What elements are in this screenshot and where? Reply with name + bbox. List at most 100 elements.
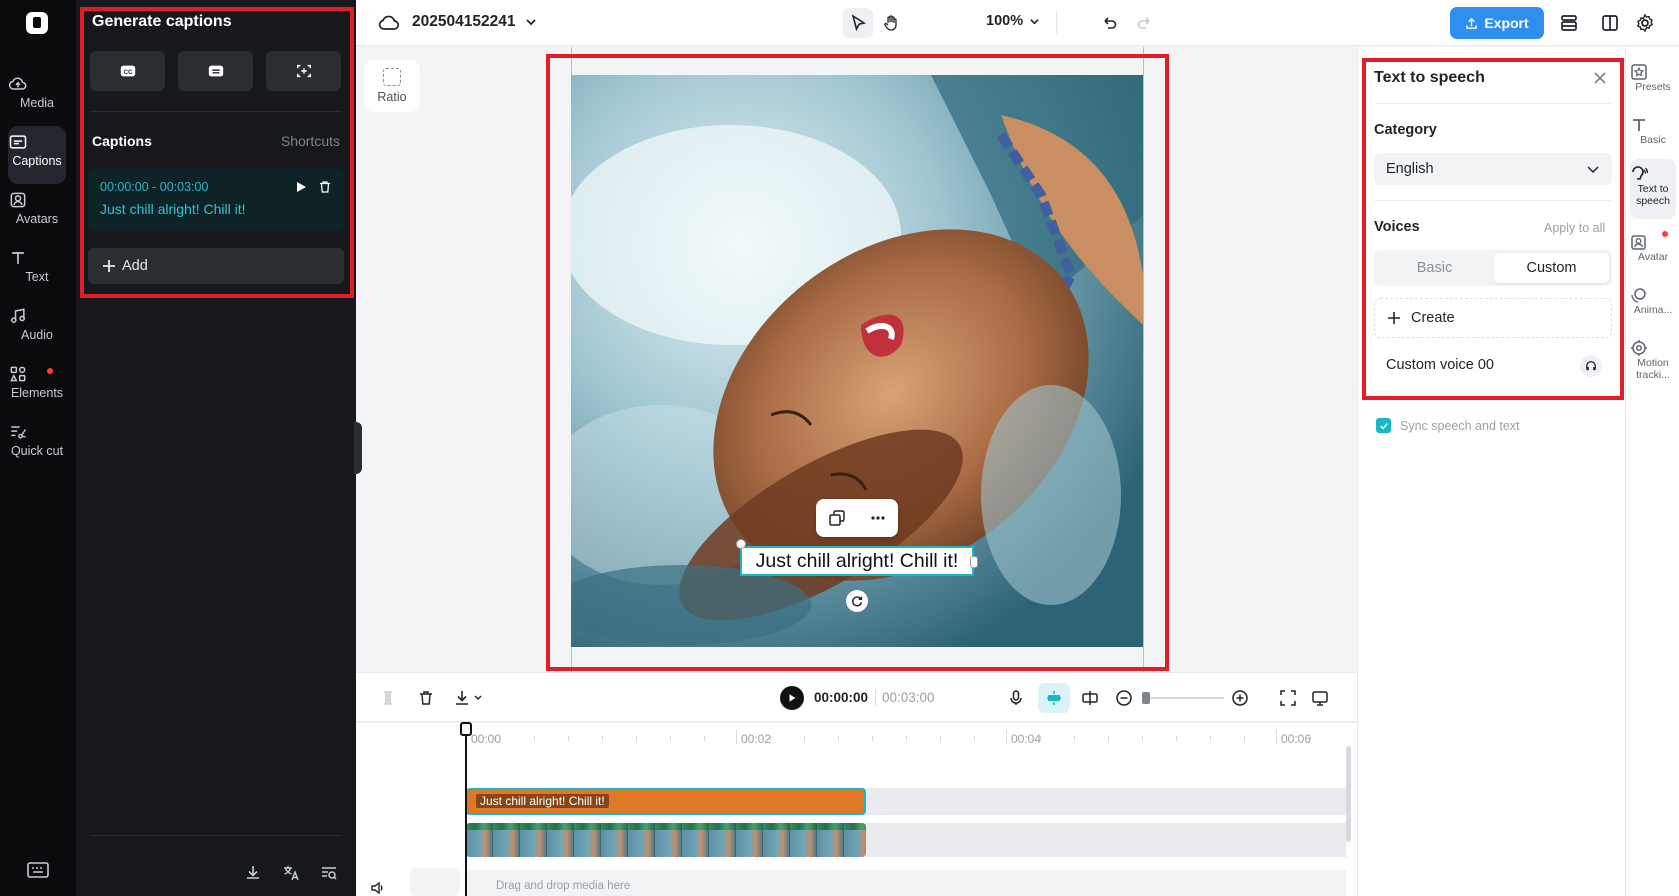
trash-icon[interactable] [318,180,332,194]
caption-context-toolbar [816,499,898,537]
rail-item-media[interactable]: Media [8,68,66,126]
timeline-scrollbar[interactable] [1346,746,1351,842]
caption-item[interactable]: 00:00:00 - 00:03:00 Just chill alright! … [88,168,344,231]
rail-item-captions[interactable]: Captions [8,126,66,184]
split-clip-icon[interactable] [1080,688,1100,708]
search-list-icon[interactable] [320,864,338,882]
rail-item-avatars[interactable]: Avatars [8,184,66,242]
ruler-tick [770,736,771,741]
translate-icon[interactable] [282,864,300,882]
auto-captions-button[interactable]: CC [90,51,165,91]
preview-screen-icon[interactable] [1310,688,1330,708]
cursor-icon [849,14,867,32]
panel-collapse-handle[interactable] [354,422,362,474]
target-icon [1630,333,1676,357]
ruler-tick [1108,736,1109,741]
download-icon[interactable] [244,864,262,882]
panel-title: Generate captions [92,13,232,30]
scissors-icon [8,416,66,444]
rail-item-audio[interactable]: Audio [8,300,66,358]
trash-icon[interactable] [416,688,436,708]
scan-captions-button[interactable] [266,51,341,91]
rail-item-label: Captions [12,154,62,168]
panel-footer-actions [244,864,338,882]
rail-item-label: Elements [10,386,64,400]
rail-item-motion-tracking[interactable]: Motion tracki... [1630,333,1676,381]
expand-tracks-button[interactable] [410,868,460,896]
shortcuts-link[interactable]: Shortcuts [281,133,340,149]
app-logo[interactable] [26,12,48,34]
zoom-slider-handle[interactable] [1142,692,1150,704]
rail-item-elements[interactable]: Elements [8,358,66,416]
ruler-tick [804,736,805,741]
resize-handle[interactable] [970,556,978,568]
rail-item-animation[interactable]: Anima... [1630,280,1676,316]
rail-item-text[interactable]: Text [8,242,66,300]
caption-text-box[interactable]: Just chill alright! Chill it! [736,539,978,576]
rail-item-label: Presets [1635,81,1671,93]
ruler-tick [1210,736,1211,741]
drop-hint: Drag and drop media here [496,880,631,892]
layers-button[interactable] [1554,8,1584,38]
zoom-in-icon[interactable] [1230,688,1250,708]
resize-handle[interactable] [736,539,746,549]
magnet-icon [1045,689,1063,707]
ruler-tick [1176,736,1177,741]
caption-text[interactable]: Just chill alright! Chill it! [100,201,246,217]
rail-item-text-to-speech[interactable]: Text to speech [1630,159,1676,219]
fullscreen-icon[interactable] [1278,688,1298,708]
ratio-button[interactable]: Ratio [364,60,420,112]
layout-toggle-button[interactable] [1595,8,1625,38]
ruler-tick [1006,730,1007,744]
text-clip[interactable]: Just chill alright! Chill it! [466,788,866,815]
play-button[interactable] [780,686,804,710]
speaker-icon[interactable] [370,880,386,896]
snap-toggle[interactable] [1038,683,1070,713]
split-icon[interactable] [378,688,398,708]
add-caption-button[interactable]: Add [88,248,344,284]
settings-button[interactable] [1630,8,1660,38]
rail-item-presets[interactable]: Presets [1630,57,1676,93]
rail-item-quick-cut[interactable]: Quick cut [8,416,66,490]
ruler-tick [838,736,839,741]
highlight-box-canvas [546,54,1169,671]
keyboard-icon[interactable] [27,862,49,878]
hand-tool-button[interactable] [876,8,906,38]
rotate-handle[interactable] [846,590,868,612]
sync-speech-checkbox[interactable]: Sync speech and text [1376,418,1520,433]
ruler-tick [568,736,569,741]
avatar-icon [1630,227,1676,251]
zoom-dropdown[interactable]: 100% [986,13,1040,29]
more-icon[interactable] [869,509,887,527]
playhead[interactable] [465,723,467,896]
ruler-tick [670,736,671,741]
select-tool-button[interactable] [843,8,873,38]
duplicate-icon[interactable] [828,509,846,527]
playhead-handle[interactable] [460,722,472,736]
undo-icon [1100,14,1118,32]
undo-button[interactable] [1094,8,1124,38]
redo-button[interactable] [1130,8,1160,38]
rail-item-avatar[interactable]: Avatar [1630,227,1676,263]
project-name-dropdown[interactable]: 202504152241 [412,13,537,31]
rotate-icon [850,594,864,608]
ruler-tick [602,736,603,741]
video-clip[interactable] [466,823,866,857]
divider [875,690,876,706]
manual-captions-button[interactable] [178,51,253,91]
zoom-out-icon[interactable] [1114,688,1134,708]
media-drop-zone[interactable]: Drag and drop media here [466,870,1346,896]
export-button[interactable]: Export [1450,7,1544,39]
rail-item-basic[interactable]: Basic [1630,110,1676,146]
cloud-sync-icon [378,13,400,33]
ruler-label: 00:06 [1281,732,1312,746]
play-icon[interactable] [294,180,308,194]
ruler-tick [1074,736,1075,741]
download-dropdown[interactable] [452,688,488,708]
ratio-label: Ratio [377,90,407,104]
current-time: 00:00:00 [814,690,869,705]
sync-label: Sync speech and text [1400,418,1520,433]
caption-time: 00:00:00 - 00:03:00 [100,180,209,194]
zoom-slider[interactable] [1144,697,1224,699]
microphone-icon[interactable] [1006,688,1026,708]
